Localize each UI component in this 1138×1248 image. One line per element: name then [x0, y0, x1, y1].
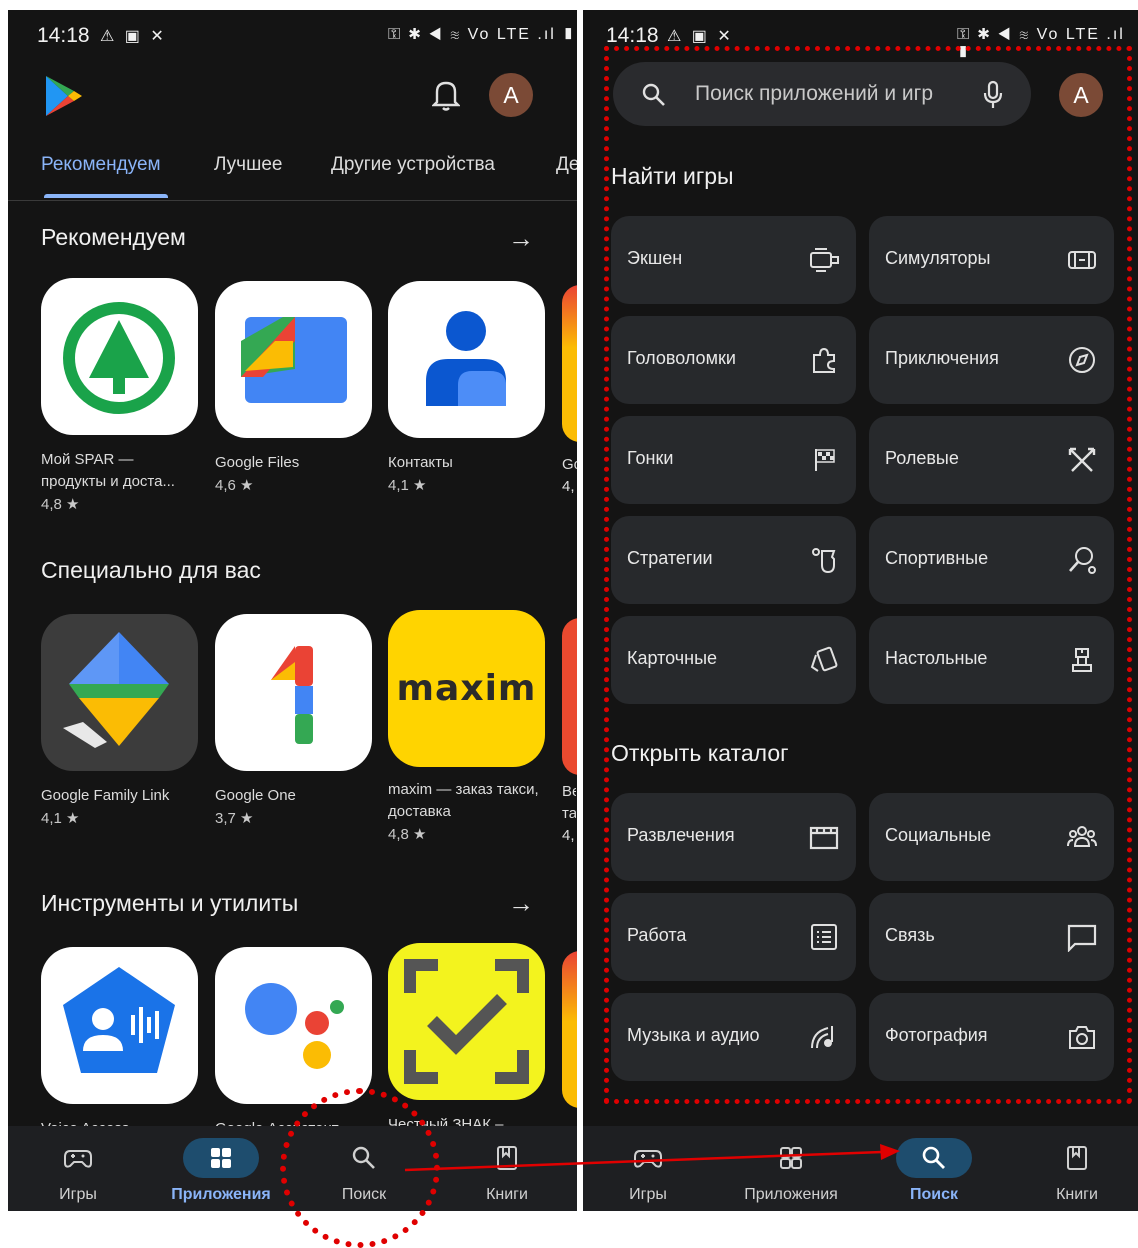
annotation-arrow: [404, 1144, 900, 1172]
